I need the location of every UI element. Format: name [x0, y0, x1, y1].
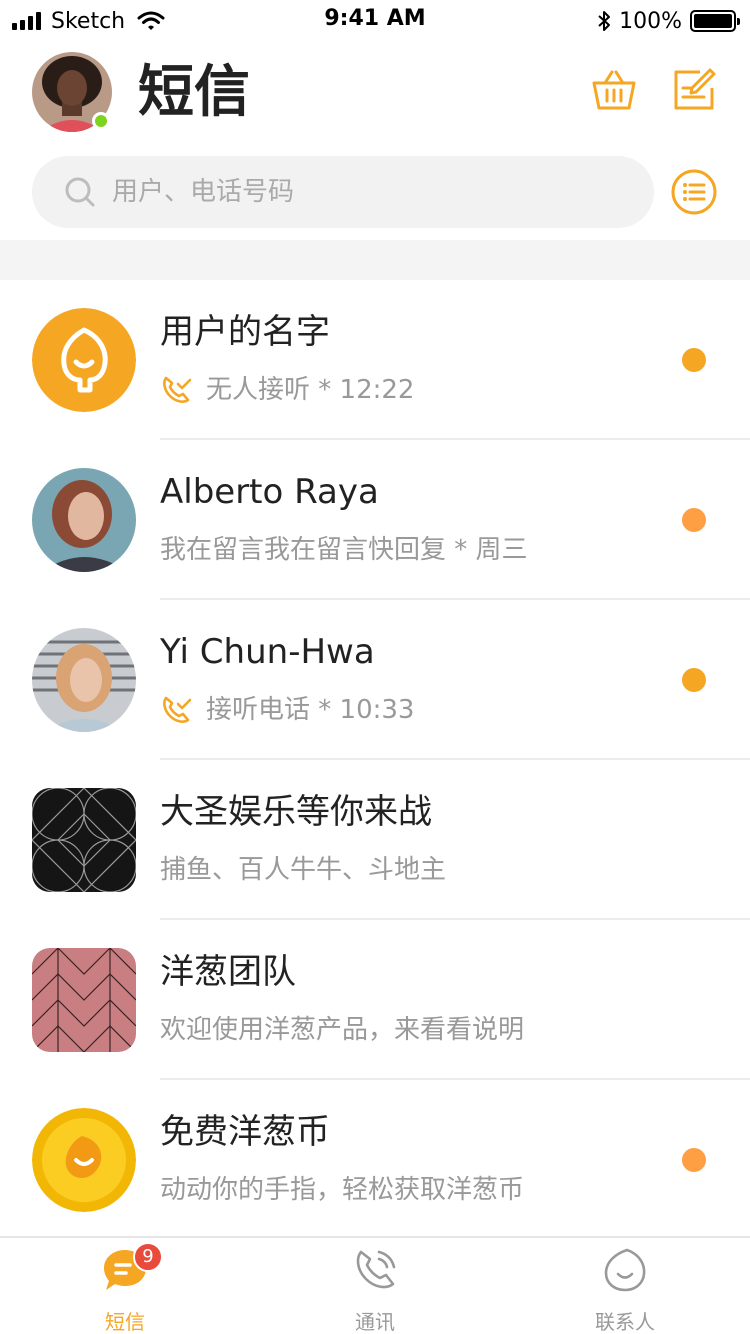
message-row[interactable]: Yi Chun-Hwa 接听电话 * 10:33 [0, 600, 750, 760]
message-subtitle: 动动你的手指，轻松获取洋葱币 [160, 1172, 524, 1208]
basket-icon[interactable] [590, 66, 638, 114]
phone-icon [356, 1250, 396, 1289]
compose-icon[interactable] [670, 66, 718, 114]
message-subtitle-text: 捕鱼、百人牛牛、斗地主 [160, 855, 447, 885]
message-subtitle-text: 我在留言我在留言快回复 * 周三 [160, 535, 528, 565]
team-avatar [32, 948, 136, 1052]
message-subtitle: 接听电话 * 10:33 [160, 692, 414, 728]
message-subtitle-text: 接听电话 * 10:33 [206, 695, 415, 725]
unread-dot [682, 508, 706, 532]
message-subtitle-text: 动动你的手指，轻松获取洋葱币 [160, 1175, 525, 1205]
header: 短信 [0, 40, 750, 150]
message-name: Yi Chun-Hwa [160, 632, 375, 672]
onion-avatar [32, 308, 136, 412]
unread-dot [682, 668, 706, 692]
battery-icon [690, 10, 740, 32]
message-subtitle: 无人接听 * 12:22 [160, 372, 414, 408]
contact-photo [32, 628, 136, 732]
battery-percent: 100% [619, 8, 682, 34]
search-bar[interactable] [32, 156, 654, 228]
message-subtitle: 捕鱼、百人牛牛、斗地主 [160, 852, 446, 888]
unread-badge: 9 [133, 1242, 163, 1272]
contact-icon [604, 1248, 646, 1292]
contact-photo [32, 468, 136, 572]
message-subtitle-text: 无人接听 * 12:22 [206, 375, 415, 405]
tab-calls[interactable]: 通讯 [250, 1238, 500, 1334]
tab-label: 联系人 [595, 1310, 655, 1334]
message-name: 免费洋葱币 [160, 1112, 330, 1152]
message-row[interactable]: 大圣娱乐等你来战 捕鱼、百人牛牛、斗地主 [0, 760, 750, 920]
unread-dot [682, 348, 706, 372]
missed-call-icon [163, 376, 192, 403]
message-list: 用户的名字 无人接听 * 12:22 Alberto Raya 我在留言我在留言… [0, 280, 750, 1240]
answered-call-icon [163, 696, 192, 723]
message-name: 洋葱团队 [160, 952, 296, 992]
message-row[interactable]: 用户的名字 无人接听 * 12:22 [0, 280, 750, 440]
message-row[interactable]: Alberto Raya 我在留言我在留言快回复 * 周三 [0, 440, 750, 600]
section-divider [0, 240, 750, 280]
message-name: 大圣娱乐等你来战 [160, 792, 432, 832]
message-name: Alberto Raya [160, 472, 379, 512]
status-bar: Sketch 9:41 AM 100% [0, 0, 750, 40]
coin-avatar [32, 1108, 136, 1212]
contact-avatar [32, 628, 136, 732]
message-name: 用户的名字 [160, 312, 330, 352]
search-icon [65, 177, 95, 207]
pattern-black-image [32, 788, 136, 892]
onion-logo-icon [32, 308, 136, 412]
online-status-dot [92, 112, 110, 130]
game-avatar [32, 788, 136, 892]
status-right: 100% [597, 6, 740, 36]
message-row[interactable]: 免费洋葱币 动动你的手指，轻松获取洋葱币 [0, 1080, 750, 1240]
tab-messages[interactable]: 9 短信 [0, 1238, 250, 1334]
tab-label: 通讯 [355, 1310, 395, 1334]
page-title: 短信 [138, 60, 250, 125]
message-subtitle-text: 欢迎使用洋葱产品，来看看说明 [160, 1015, 525, 1045]
tab-label: 短信 [105, 1310, 145, 1334]
bluetooth-icon [598, 11, 611, 31]
search-input[interactable] [112, 156, 612, 228]
message-subtitle: 欢迎使用洋葱产品，来看看说明 [160, 1012, 524, 1048]
coin-icon [32, 1108, 136, 1212]
contact-avatar [32, 468, 136, 572]
tab-bar: 9 短信 通讯 联系人 [0, 1236, 750, 1334]
tab-contacts[interactable]: 联系人 [500, 1238, 750, 1334]
message-subtitle: 我在留言我在留言快回复 * 周三 [160, 532, 528, 568]
unread-dot [682, 1148, 706, 1172]
filter-list-icon[interactable] [670, 168, 718, 216]
message-row[interactable]: 洋葱团队 欢迎使用洋葱产品，来看看说明 [0, 920, 750, 1080]
pattern-pink-image [32, 948, 136, 1052]
